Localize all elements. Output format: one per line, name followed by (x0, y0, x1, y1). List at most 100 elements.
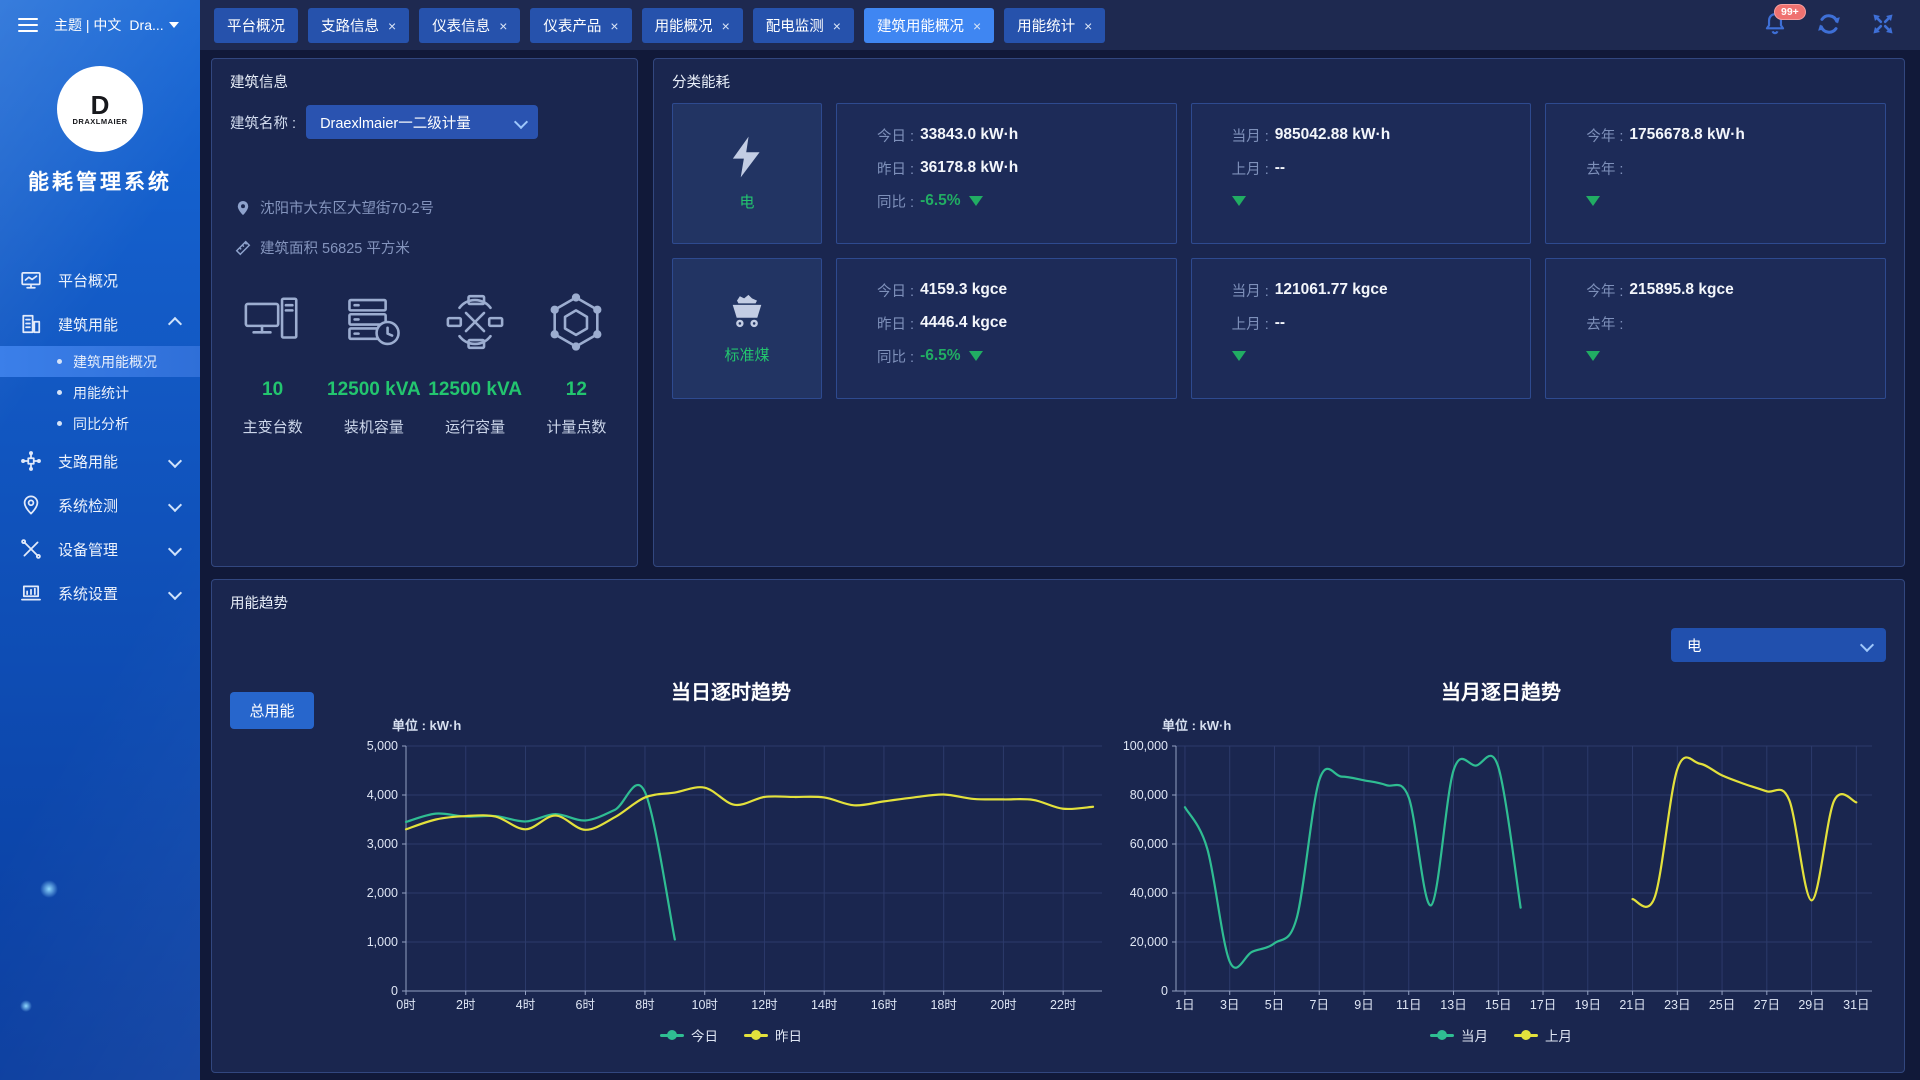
legend-dot (1521, 1030, 1531, 1040)
bullet-icon (57, 359, 62, 364)
main-content: 建筑信息 建筑名称 : Draexlmaier一二级计量 沈阳市大东区大望街70… (200, 50, 1920, 1080)
chart-unit-label: 单位 : kW·h (392, 715, 461, 734)
tab-branch-info[interactable]: 支路信息 × (308, 8, 409, 43)
chart-legend: 当月 上月 (1430, 1025, 1572, 1045)
sidebar-item-platform-overview[interactable]: 平台概况 (0, 258, 200, 302)
sidebar-item-building-energy[interactable]: 建筑用能 (0, 302, 200, 346)
svg-text:2,000: 2,000 (367, 886, 398, 900)
logo-text: DRAXLMAIER (73, 117, 128, 126)
legend-marker (1514, 1034, 1538, 1037)
tab-close-icon[interactable]: × (973, 19, 981, 33)
legend-label: 当月 (1461, 1025, 1488, 1045)
svg-text:15日: 15日 (1485, 998, 1511, 1012)
legend-dot (667, 1030, 677, 1040)
tab-energy-statistics[interactable]: 用能统计 × (1004, 8, 1105, 43)
fullscreen-icon[interactable] (1868, 8, 1898, 40)
sidebar: 主题 | 中文 Dra... D DRAXLMAIER 能耗管理系统 平台概况 (0, 0, 200, 1080)
metric-value: -- (1275, 159, 1285, 177)
tab-meter-info[interactable]: 仪表信息 × (419, 8, 520, 43)
trend-down-icon (969, 196, 983, 206)
chevron-down-icon (168, 454, 182, 468)
server-clock-icon (343, 291, 405, 353)
stat-label: 主变台数 (243, 416, 303, 437)
building-name-value: Draexlmaier一二级计量 (306, 112, 471, 133)
category-name: 电 (739, 191, 754, 212)
svg-text:0: 0 (1161, 984, 1168, 998)
category-row-electricity: 电 今日 :33843.0 kW·h 昨日 :36178.8 kW·h 同比 :… (672, 103, 1886, 244)
svg-text:31日: 31日 (1843, 998, 1869, 1012)
location-pin-icon (20, 494, 42, 516)
energy-card-day: 今日 :4159.3 kgce 昨日 :4446.4 kgce 同比 :-6.5… (836, 258, 1177, 399)
svg-text:18时: 18时 (930, 998, 957, 1012)
sidebar-item-label: 支路用能 (58, 451, 118, 472)
theme-language-label[interactable]: 主题 | 中文 (54, 15, 121, 35)
sidebar-item-device-management[interactable]: 设备管理 (0, 527, 200, 571)
legend-item[interactable]: 今日 (660, 1025, 718, 1045)
tab-close-icon[interactable]: × (1084, 19, 1092, 33)
stat-value: 12 (566, 379, 587, 401)
building-name-select[interactable]: Draexlmaier一二级计量 (306, 105, 538, 139)
chart-canvas: 01,0002,0003,0004,0005,0000时2时4时6时8时10时1… (346, 736, 1116, 1021)
svg-text:6时: 6时 (576, 998, 596, 1012)
legend-item[interactable]: 当月 (1430, 1025, 1488, 1045)
total-energy-button[interactable]: 总用能 (230, 692, 314, 729)
svg-text:0: 0 (391, 984, 398, 998)
topbar: 平台概况 × 支路信息 × 仪表信息 × 仪表产品 × 用能概况 × 配电监测 … (200, 0, 1920, 50)
tab-close-icon[interactable]: × (499, 19, 507, 33)
legend-item[interactable]: 上月 (1514, 1025, 1572, 1045)
sidebar-subitem-energy-statistics[interactable]: 用能统计 (0, 377, 200, 408)
hexagon-network-icon (545, 291, 607, 353)
logo: D DRAXLMAIER (57, 66, 143, 152)
svg-text:40,000: 40,000 (1130, 886, 1168, 900)
sidebar-subitem-building-energy-overview[interactable]: 建筑用能概况 (0, 346, 200, 377)
notification-bell-icon[interactable]: 99+ (1760, 8, 1790, 40)
sidebar-menu: 平台概况 建筑用能 建筑用能概况 用能统计 同比分析 (0, 258, 200, 615)
refresh-icon[interactable] (1814, 8, 1844, 40)
svg-text:3日: 3日 (1220, 998, 1239, 1012)
metric-value: 4446.4 kgce (920, 314, 1007, 332)
sidebar-subitem-yoy-analysis[interactable]: 同比分析 (0, 408, 200, 439)
svg-text:20,000: 20,000 (1130, 935, 1168, 949)
metric-value: 33843.0 kW·h (920, 126, 1018, 144)
decor-glow (40, 880, 58, 898)
metric-label: 当月 : (1232, 280, 1269, 301)
legend-item[interactable]: 昨日 (744, 1025, 802, 1045)
sidebar-item-system-detection[interactable]: 系统检测 (0, 483, 200, 527)
hamburger-menu-icon[interactable] (18, 18, 38, 32)
chart-title: 当月逐日趋势 (1441, 676, 1561, 705)
svg-text:5日: 5日 (1265, 998, 1284, 1012)
metric-value: -- (1275, 314, 1285, 332)
sidebar-subitem-label: 同比分析 (73, 414, 129, 434)
sidebar-item-branch-energy[interactable]: 支路用能 (0, 439, 200, 483)
legend-dot (1437, 1030, 1447, 1040)
svg-text:16时: 16时 (871, 998, 898, 1012)
building-icon (20, 313, 42, 335)
metric-value: 36178.8 kW·h (920, 159, 1018, 177)
tab-close-icon[interactable]: × (722, 19, 730, 33)
svg-text:5,000: 5,000 (367, 739, 398, 753)
sidebar-item-system-settings[interactable]: 系统设置 (0, 571, 200, 615)
tab-meter-product[interactable]: 仪表产品 × (530, 8, 631, 43)
metric-label: 同比 : (877, 346, 914, 367)
svg-text:4,000: 4,000 (367, 788, 398, 802)
trend-down-icon (1586, 351, 1600, 361)
svg-text:1日: 1日 (1175, 998, 1194, 1012)
sidebar-subitem-label: 建筑用能概况 (73, 352, 157, 372)
energy-card-day: 今日 :33843.0 kW·h 昨日 :36178.8 kW·h 同比 :-6… (836, 103, 1177, 244)
svg-text:3,000: 3,000 (367, 837, 398, 851)
electricity-icon-card: 电 (672, 103, 822, 244)
tab-platform-overview[interactable]: 平台概况 × (214, 8, 298, 43)
tab-close-icon[interactable]: × (388, 19, 396, 33)
svg-text:11日: 11日 (1396, 998, 1421, 1012)
tab-close-icon[interactable]: × (610, 19, 618, 33)
user-dropdown[interactable]: Dra... (129, 17, 178, 33)
tab-energy-overview[interactable]: 用能概况 × (642, 8, 743, 43)
app-root: 主题 | 中文 Dra... D DRAXLMAIER 能耗管理系统 平台概况 (0, 0, 1920, 1080)
tab-power-distribution-monitor[interactable]: 配电监测 × (753, 8, 854, 43)
tab-close-icon[interactable]: × (833, 19, 841, 33)
stat-installed-capacity: 12500 kVA 装机容量 (324, 291, 424, 437)
tab-label: 配电监测 (766, 15, 824, 36)
stat-running-capacity: 12500 kVA 运行容量 (425, 291, 525, 437)
tab-building-energy-overview[interactable]: 建筑用能概况 × (864, 8, 994, 43)
svg-text:23日: 23日 (1664, 998, 1690, 1012)
